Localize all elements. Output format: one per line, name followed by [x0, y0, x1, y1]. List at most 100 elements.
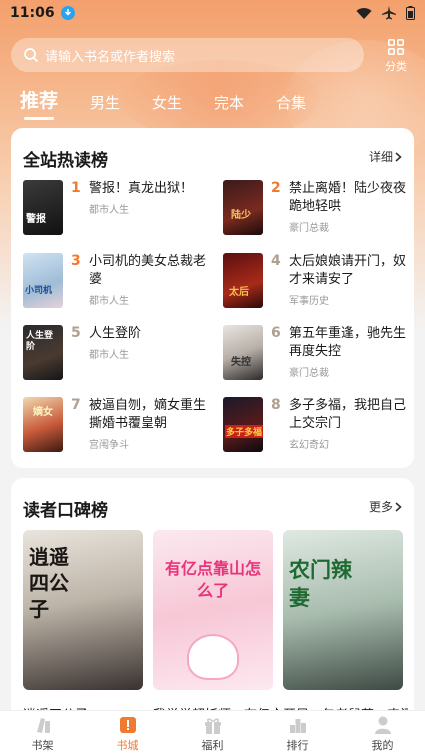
bottom-navigation: 书架 书城 福利 排行 我的 — [0, 710, 425, 756]
book-title: 警报！真龙出狱！ — [89, 181, 194, 196]
search-icon — [24, 48, 39, 63]
wifi-icon — [356, 7, 372, 19]
nav-label: 福利 — [201, 738, 224, 752]
book-cover: 人生登阶 — [23, 325, 63, 380]
nav-ranking[interactable]: 排行 — [268, 715, 328, 753]
cover-text: 小司机 — [25, 286, 53, 296]
battery-icon — [406, 6, 415, 20]
tab-collection[interactable]: 合集 — [276, 92, 306, 113]
book-item[interactable]: 太后 4 太后娘娘请开门，奴才来请安了 军事历史 — [223, 253, 413, 311]
nav-label: 我的 — [371, 738, 394, 752]
search-placeholder: 请输入书名或作者搜索 — [45, 49, 176, 65]
chevron-right-icon — [395, 501, 402, 512]
rank-number: 3 — [71, 253, 81, 269]
reader-ranking-card: 读者口碑榜 更多 逍遥四公子 逍遥四公子 有亿点靠山怎么了 我觉觉超妖师，有亿点… — [11, 478, 414, 738]
book-title: 人生登阶 — [89, 326, 142, 341]
cover-text: 逍遥四公子 — [29, 545, 69, 621]
tab-recommend[interactable]: 推荐 — [20, 86, 58, 120]
book-cover: 多子多福 — [223, 397, 263, 452]
cover-character — [187, 634, 239, 680]
book-tag: 都市人生 — [89, 296, 129, 307]
profile-icon — [374, 716, 391, 734]
tab-female[interactable]: 女生 — [152, 92, 182, 113]
book-title: 太后娘娘请开门，奴才来请安了 — [289, 254, 407, 287]
book-title: 被逼自刎，嫡女重生撕婚书覆皇朝 — [89, 398, 207, 431]
cover-text: 多子多福 — [225, 425, 263, 438]
reader-book-cover[interactable]: 逍遥四公子 — [23, 530, 143, 690]
rank-number: 1 — [71, 180, 81, 196]
tab-bar: 推荐 男生 女生 完本 合集 — [20, 86, 338, 120]
cover-text: 太后 — [229, 287, 249, 298]
book-item[interactable]: 嫡女 7 被逼自刎，嫡女重生撕婚书覆皇朝 宫闱争斗 — [23, 397, 213, 455]
book-cover: 陆少 — [223, 180, 263, 235]
book-tag: 都市人生 — [89, 205, 129, 216]
nav-welfare[interactable]: 福利 — [183, 715, 243, 753]
status-time: 11:06 — [10, 5, 55, 21]
nav-bookstore[interactable]: 书城 — [98, 715, 158, 753]
airplane-icon — [382, 6, 396, 20]
nav-profile[interactable]: 我的 — [353, 715, 413, 753]
rank-number: 4 — [271, 253, 281, 269]
book-tag: 军事历史 — [289, 296, 329, 307]
category-label: 分类 — [385, 60, 407, 73]
book-item[interactable]: 多子多福 8 多子多福，我把自己上交宗门 玄幻奇幻 — [223, 397, 413, 455]
cover-text: 农门辣妻 — [289, 558, 352, 610]
book-item[interactable]: 警报 1 警报！真龙出狱！ 都市人生 — [23, 180, 213, 238]
tab-male[interactable]: 男生 — [90, 92, 120, 113]
book-tag: 宫闱争斗 — [89, 440, 129, 451]
book-cover: 嫡女 — [23, 397, 63, 452]
hot-detail-link[interactable]: 详细 — [369, 148, 402, 165]
book-tag: 豪门总裁 — [289, 223, 329, 234]
bookshelf-icon — [36, 717, 50, 733]
hot-ranking-card: 全站热读榜 详细 警报 1 警报！真龙出狱！ 都市人生 陆少 2 禁止离婚！陆少… — [11, 128, 414, 468]
rank-number: 7 — [71, 397, 81, 413]
category-button[interactable]: 分类 — [378, 38, 414, 74]
reader-ranking-title: 读者口碑榜 — [23, 501, 108, 521]
reader-book-cover[interactable]: 有亿点靠山怎么了 — [153, 530, 273, 690]
nav-label: 排行 — [286, 738, 309, 752]
reader-more-label: 更多 — [368, 500, 393, 514]
book-tag: 都市人生 — [89, 350, 129, 361]
rank-number: 2 — [271, 180, 281, 196]
nav-label: 书城 — [116, 738, 139, 752]
book-cover: 失控 — [223, 325, 263, 380]
cover-text: 嫡女 — [33, 407, 53, 418]
reader-more-link[interactable]: 更多 — [369, 498, 402, 515]
book-item[interactable]: 人生登阶 5 人生登阶 都市人生 — [23, 325, 213, 383]
bookstore-icon — [119, 716, 136, 733]
cover-text: 警报 — [26, 214, 46, 225]
nav-bookshelf[interactable]: 书架 — [13, 715, 73, 753]
book-title: 多子多福，我把自己上交宗门 — [289, 398, 407, 431]
chevron-right-icon — [395, 151, 402, 162]
book-cover: 警报 — [23, 180, 63, 235]
download-icon — [60, 6, 75, 20]
book-tag: 玄幻奇幻 — [289, 440, 329, 451]
search-bar[interactable]: 请输入书名或作者搜索 — [11, 38, 364, 72]
hot-detail-label: 详细 — [368, 150, 393, 164]
book-title: 第五年重逢，驰先生再度失控 — [289, 326, 407, 359]
cover-text: 失控 — [231, 357, 251, 368]
book-cover: 小司机 — [23, 253, 63, 308]
book-item[interactable]: 陆少 2 禁止离婚！陆少夜夜跪地轻哄 豪门总裁 — [223, 180, 413, 238]
grid-icon — [387, 38, 405, 56]
rank-number: 8 — [271, 397, 281, 413]
book-cover: 太后 — [223, 253, 263, 308]
rank-number: 6 — [271, 325, 281, 341]
cover-text: 人生登阶 — [26, 331, 54, 352]
ranking-icon — [289, 718, 306, 733]
book-title: 禁止离婚！陆少夜夜跪地轻哄 — [289, 181, 407, 214]
book-item[interactable]: 失控 6 第五年重逢，驰先生再度失控 豪门总裁 — [223, 325, 413, 383]
book-tag: 豪门总裁 — [289, 368, 329, 379]
book-item[interactable]: 小司机 3 小司机的美女总裁老婆 都市人生 — [23, 253, 213, 311]
gift-icon — [204, 717, 221, 734]
reader-book-cover[interactable]: 农门辣妻 — [283, 530, 403, 690]
hot-ranking-title: 全站热读榜 — [23, 151, 108, 171]
nav-label: 书架 — [31, 738, 54, 752]
rank-number: 5 — [71, 325, 81, 341]
tab-finished[interactable]: 完本 — [214, 92, 244, 113]
book-title: 小司机的美女总裁老婆 — [89, 254, 207, 287]
status-bar: 11:06 — [0, 0, 425, 26]
cover-text: 有亿点靠山怎么了 — [164, 559, 261, 600]
cover-text: 陆少 — [231, 210, 251, 221]
status-indicators — [356, 6, 415, 20]
